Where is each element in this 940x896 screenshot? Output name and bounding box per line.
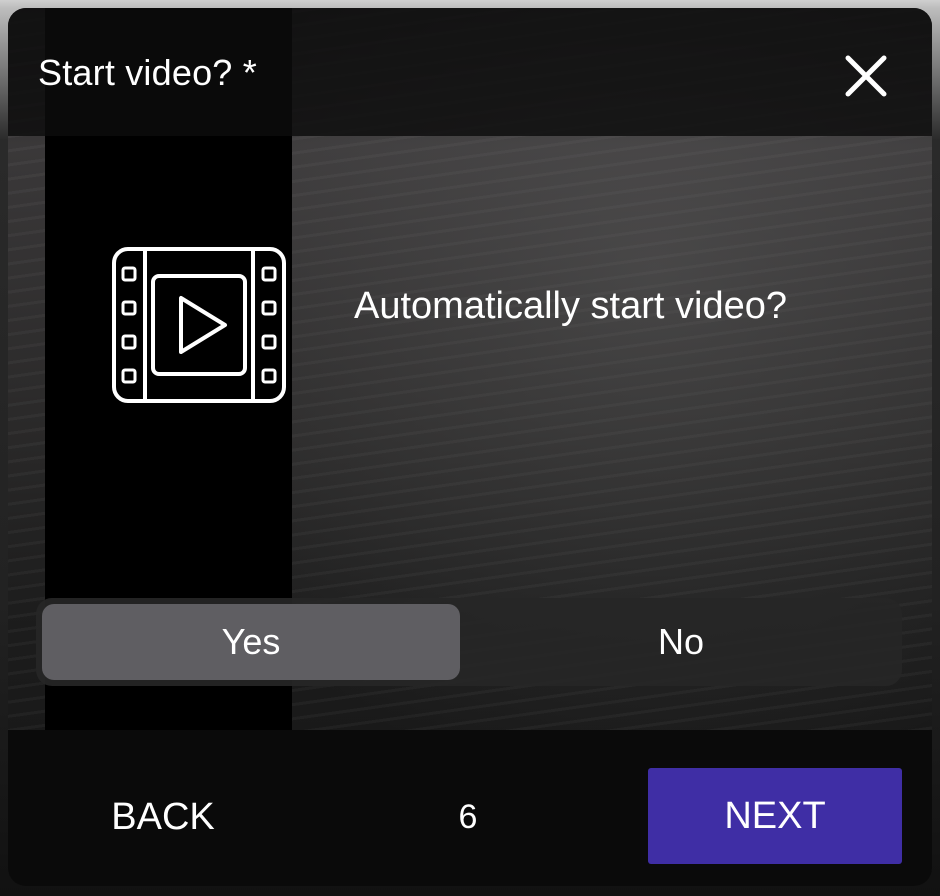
back-button[interactable]: BACK bbox=[68, 782, 258, 852]
app-screen: Start video? * Automatically start video… bbox=[0, 0, 940, 896]
dialog-title: Start video? * bbox=[38, 52, 257, 93]
page-number: 6 bbox=[458, 797, 478, 836]
start-video-dialog: Start video? * Automatically start video… bbox=[8, 8, 932, 886]
yes-no-toggle: Yes No bbox=[36, 598, 902, 686]
film-play-icon bbox=[112, 247, 286, 403]
question-text: Automatically start video? bbox=[354, 285, 787, 327]
dialog-footer: BACK 6 NEXT bbox=[8, 730, 932, 886]
close-button[interactable] bbox=[840, 50, 892, 102]
next-button[interactable]: NEXT bbox=[648, 768, 902, 864]
close-icon bbox=[845, 55, 887, 97]
option-no[interactable]: No bbox=[466, 604, 896, 680]
option-yes[interactable]: Yes bbox=[42, 604, 460, 680]
